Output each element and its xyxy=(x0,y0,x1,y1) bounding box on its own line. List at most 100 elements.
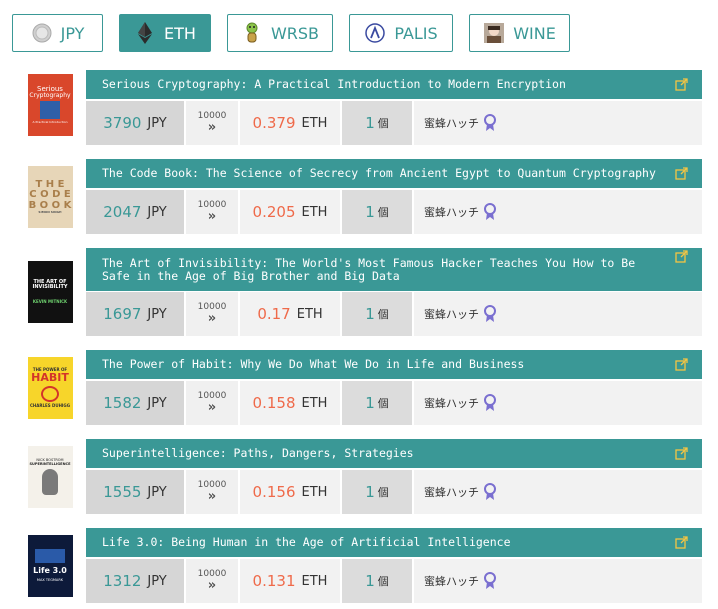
tab-label: ETH xyxy=(164,23,196,43)
double-chevron-right-icon: » xyxy=(207,489,217,504)
book-title-link[interactable]: The Art of Invisibility: The World's Mos… xyxy=(86,248,702,291)
currency-unit: JPY xyxy=(147,115,167,131)
currency-unit: JPY xyxy=(147,484,167,500)
seller-cell[interactable]: 蜜蜂ハッチ xyxy=(414,101,702,145)
ribbon-badge-icon xyxy=(483,572,497,590)
quantity-cell[interactable]: 10000» xyxy=(186,470,238,514)
book-cover[interactable]: NICK BOSTROM SUPERINTELLIGENCE xyxy=(14,439,86,515)
book-title-link[interactable]: Serious Cryptography: A Practical Introd… xyxy=(86,70,702,99)
quantity-cell[interactable]: 10000» xyxy=(186,101,238,145)
book-title-link[interactable]: Superintelligence: Paths, Dangers, Strat… xyxy=(86,439,702,468)
book-cover[interactable]: THE ART OF INVISIBILITY KEVIN MITNICK xyxy=(14,248,86,336)
book-title-link[interactable]: Life 3.0: Being Human in the Age of Arti… xyxy=(86,528,702,557)
ribbon-badge-icon xyxy=(483,483,497,501)
cover-subtitle: A Practical Introduction xyxy=(32,120,68,125)
price-jpy: 3790 xyxy=(103,114,142,132)
cover-author: MAX TEGMARK xyxy=(36,578,64,583)
double-chevron-right-icon: » xyxy=(207,120,217,135)
book-title: The Power of Habit: Why We Do What We Do… xyxy=(102,357,525,371)
count-unit: 個 xyxy=(377,397,389,410)
seller-cell[interactable]: 蜜蜂ハッチ xyxy=(414,559,702,603)
book-title: Life 3.0: Being Human in the Age of Arti… xyxy=(102,535,511,549)
seller-cell[interactable]: 蜜蜂ハッチ xyxy=(414,292,702,336)
coin-icon xyxy=(31,22,53,44)
cover-author: CHARLES DUHIGG xyxy=(30,402,70,408)
price-eth: 0.156 xyxy=(252,483,296,501)
currency-unit: JPY xyxy=(147,306,167,322)
price-jpy: 1697 xyxy=(103,305,142,323)
price-jpy: 2047 xyxy=(103,203,142,221)
currency-unit: ETH xyxy=(301,573,328,589)
book-cover[interactable]: Life 3.0 MAX TEGMARK xyxy=(14,528,86,604)
book-title: Superintelligence: Paths, Dangers, Strat… xyxy=(102,446,414,460)
list-item: THE ART OF INVISIBILITY KEVIN MITNICK Th… xyxy=(14,248,702,336)
ribbon-badge-icon xyxy=(483,394,497,412)
list-item: THE POWER OF HABIT CHARLES DUHIGG The Po… xyxy=(14,350,702,426)
count-unit: 個 xyxy=(377,308,389,321)
price-jpy-cell: 1312 JPY xyxy=(86,559,184,603)
price-eth-cell: 0.131 ETH xyxy=(240,559,340,603)
price-row: 2047 JPY 10000» 0.205 ETH 1個 蜜蜂ハッチ xyxy=(86,190,702,234)
book-cover[interactable]: T H E C O D E B O O K SIMON SINGH xyxy=(14,159,86,235)
tab-wine[interactable]: WINE xyxy=(469,14,570,52)
book-title: The Art of Invisibility: The World's Mos… xyxy=(102,255,636,283)
count: 1 xyxy=(365,394,375,412)
count: 1 xyxy=(365,203,375,221)
external-link-icon[interactable] xyxy=(675,447,688,460)
count-unit: 個 xyxy=(377,206,389,219)
external-link-icon[interactable] xyxy=(675,250,688,263)
book-cover[interactable]: Serious Cryptography A Practical Introdu… xyxy=(14,70,86,140)
currency-unit: ETH xyxy=(301,395,328,411)
cover-author: KEVIN MITNICK xyxy=(32,299,68,305)
external-link-icon[interactable] xyxy=(675,358,688,371)
cover-art xyxy=(35,548,65,563)
quantity-cell[interactable]: 10000» xyxy=(186,381,238,425)
seller-cell[interactable]: 蜜蜂ハッチ xyxy=(414,190,702,234)
price-eth-cell: 0.205 ETH xyxy=(240,190,340,234)
price-jpy-cell: 3790 JPY xyxy=(86,101,184,145)
cover-art xyxy=(42,469,58,496)
external-link-icon[interactable] xyxy=(675,167,688,180)
list-item: T H E C O D E B O O K SIMON SINGH The Co… xyxy=(14,159,702,235)
book-title-link[interactable]: The Code Book: The Science of Secrecy fr… xyxy=(86,159,702,188)
ribbon-badge-icon xyxy=(483,305,497,323)
ribbon-badge-icon xyxy=(483,114,497,132)
list-item: NICK BOSTROM SUPERINTELLIGENCE Superinte… xyxy=(14,439,702,515)
cover-art xyxy=(40,101,60,120)
book-cover[interactable]: THE POWER OF HABIT CHARLES DUHIGG xyxy=(14,350,86,426)
quantity-cell[interactable]: 10000» xyxy=(186,190,238,234)
quantity-cell[interactable]: 10000» xyxy=(186,559,238,603)
double-chevron-right-icon: » xyxy=(207,311,217,326)
external-link-icon[interactable] xyxy=(675,536,688,549)
currency-unit: JPY xyxy=(147,573,167,589)
currency-unit: JPY xyxy=(147,395,167,411)
currency-unit: ETH xyxy=(301,484,328,500)
price-eth: 0.131 xyxy=(252,572,296,590)
quantity-cell[interactable]: 10000» xyxy=(186,292,238,336)
external-link-icon[interactable] xyxy=(675,78,688,91)
book-title-link[interactable]: The Power of Habit: Why We Do What We Do… xyxy=(86,350,702,379)
currency-unit: ETH xyxy=(301,115,328,131)
list-item: Life 3.0 MAX TEGMARK Life 3.0: Being Hum… xyxy=(14,528,702,604)
cover-title: Cryptography xyxy=(29,91,71,99)
price-row: 3790 JPY 10000» 0.379 ETH 1個 蜜蜂ハッチ xyxy=(86,101,702,145)
count-cell: 1個 xyxy=(342,101,412,145)
price-jpy-cell: 2047 JPY xyxy=(86,190,184,234)
tab-label: PALIS xyxy=(394,23,438,43)
double-chevron-right-icon: » xyxy=(207,578,217,593)
tab-palis[interactable]: PALIS xyxy=(349,14,453,52)
price-eth-cell: 0.379 ETH xyxy=(240,101,340,145)
tab-jpy[interactable]: JPY xyxy=(12,14,103,52)
seller-name: 蜜蜂ハッチ xyxy=(424,308,479,321)
seller-cell[interactable]: 蜜蜂ハッチ xyxy=(414,381,702,425)
price-eth-cell: 0.156 ETH xyxy=(240,470,340,514)
tab-eth[interactable]: ETH xyxy=(119,14,211,52)
tab-label: WRSB xyxy=(270,23,320,43)
price-eth: 0.158 xyxy=(252,394,296,412)
price-jpy-cell: 1582 JPY xyxy=(86,381,184,425)
count: 1 xyxy=(365,572,375,590)
tab-wrsb[interactable]: WRSB xyxy=(227,14,333,52)
cover-title: INVISIBILITY xyxy=(32,283,68,290)
seller-cell[interactable]: 蜜蜂ハッチ xyxy=(414,470,702,514)
tab-label: JPY xyxy=(60,23,85,43)
